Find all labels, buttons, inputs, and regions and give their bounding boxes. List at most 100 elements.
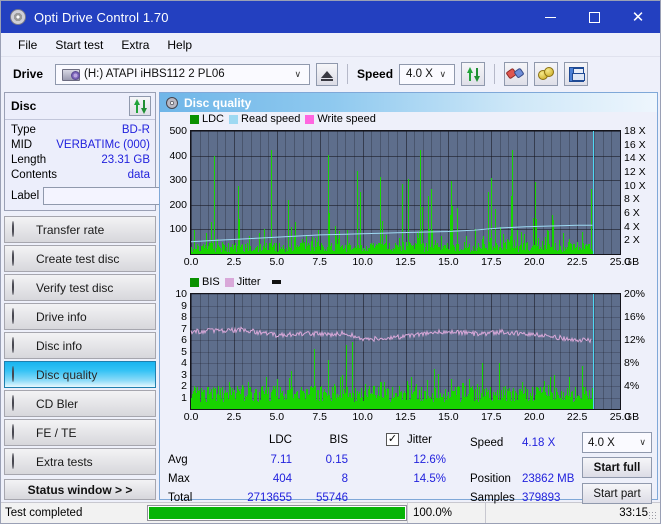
test-speed-select[interactable]: 4.0 X ∨ (582, 432, 652, 453)
y2-axis-tick: 12 X (624, 166, 646, 178)
legend-read-speed: Read speed (229, 113, 300, 125)
disc-info-panel: Disc Type BD-R MID VERBATIMc (000) Lengt… (4, 92, 246, 211)
menu-file[interactable]: File (9, 35, 46, 55)
drive-select[interactable]: (H:) ATAPI iHBS112 2 PL06 ∨ (55, 63, 311, 85)
toolbar: Drive (H:) ATAPI iHBS112 2 PL06 ∨ Speed … (1, 57, 660, 91)
sidebar-item-label: Drive info (36, 309, 87, 324)
start-full-button[interactable]: Start full (582, 457, 652, 478)
refresh-arrows-icon (466, 66, 481, 82)
drive-select-value: (H:) ATAPI iHBS112 2 PL06 (84, 68, 225, 80)
sidebar-item-transfer-rate[interactable]: Transfer rate (4, 216, 156, 243)
y2-axis-tick: 8% (624, 357, 640, 369)
statistics-panel: LDC BIS ✓ Jitter Avg 7.11 0.15 12.6% Max… (160, 430, 657, 510)
sidebar-item-disc-info[interactable]: Disc info (4, 332, 156, 359)
y2-axis-tick: 4 X (624, 220, 640, 233)
scan-cursor-line (592, 131, 594, 254)
sidebar-item-label: Disc info (36, 338, 83, 353)
save-button[interactable] (564, 62, 589, 86)
title-bar: Opti Drive Control 1.70 ✕ (1, 1, 660, 33)
refresh-arrows-icon (133, 98, 148, 114)
stat-ldc-max: 404 (272, 473, 292, 485)
legend-swatch-read-speed (229, 114, 239, 124)
y2-axis-tick: 12% (624, 334, 646, 346)
maximize-button[interactable] (572, 1, 616, 33)
x-axis-tick: 5.0 (269, 256, 285, 268)
stat-bis-max: 8 (341, 473, 348, 485)
disc-row-mid-key: MID (11, 139, 33, 151)
tools-button[interactable] (534, 62, 559, 86)
disc-icon (12, 365, 28, 383)
stat-header-bis: BIS (329, 434, 348, 446)
disc-row-length-value: 23.31 GB (101, 154, 150, 166)
y-axis-tick: 5 (181, 345, 187, 358)
y-axis-tick: 6 (181, 334, 187, 346)
legend-label: BIS (202, 276, 220, 288)
x-axis-tick: 22.5 (566, 256, 588, 268)
x-axis-tick: 10.0 (352, 256, 373, 268)
y2-axis-tick: 2 X (624, 234, 640, 247)
sidebar-item-label: Transfer rate (36, 222, 105, 237)
sidebar-item-drive-info[interactable]: Drive info (4, 303, 156, 330)
y2-axis-tick: 8 X (624, 193, 640, 206)
menu-extra[interactable]: Extra (112, 35, 158, 55)
legend-swatch-jitter (224, 277, 234, 287)
y2-axis-tick: 16 X (624, 138, 646, 151)
jitter-checkbox[interactable]: ✓ (386, 433, 399, 446)
close-button[interactable]: ✕ (616, 1, 660, 33)
chevron-down-icon: ∨ (294, 68, 302, 79)
close-icon: ✕ (631, 8, 645, 26)
bis-plot-area[interactable]: 0.0 2.5 5.0 7.5 10.0 12.5 15.0 17.5 20.0 22.5 25.0… (175, 288, 645, 423)
sidebar-item-label: Verify test disc (36, 280, 114, 295)
sidebar-item-disc-quality[interactable]: Disc quality (4, 361, 156, 388)
disc-label-row: Label (11, 186, 246, 206)
legend-swatch-write-speed (305, 114, 315, 124)
disc-quality-panel: Disc quality LDC Read speed Write speed … (159, 92, 658, 504)
disc-icon (12, 423, 28, 441)
menu-help[interactable]: Help (158, 35, 201, 55)
menu-start-test[interactable]: Start test (46, 35, 112, 55)
sidebar-item-create-test-disc[interactable]: Create test disc (4, 245, 156, 272)
sidebar-item-label: Create test disc (36, 251, 120, 266)
x-axis-tick: 15.0 (438, 411, 459, 423)
disc-properties: Type BD-R MID VERBATIMc (000) Length 23.… (5, 120, 246, 210)
y-axis-tick: 3 (181, 368, 187, 381)
sidebar-item-verify-test-disc[interactable]: Verify test disc (4, 274, 156, 301)
toolbar-divider-2 (494, 64, 496, 84)
disc-icon (12, 249, 28, 267)
speed-select[interactable]: 4.0 X ∨ (399, 63, 456, 85)
x-axis-unit: GB (624, 411, 640, 423)
disc-icon (166, 96, 178, 109)
charts-container: LDC Read speed Write speed 0.0 2.5 5.0 7.5 1… (160, 112, 657, 430)
x-axis-tick: 10.0 (352, 411, 373, 423)
stat-ldc-total: 2713655 (247, 492, 292, 504)
y2-axis-tick: 18 X (624, 125, 646, 137)
y2-axis-tick: 10 X (624, 179, 646, 192)
erase-button[interactable] (504, 62, 529, 86)
disc-icon (12, 278, 28, 296)
main-body: Disc Type BD-R MID VERBATIMc (000) Lengt… (1, 91, 660, 504)
disc-label-key: Label (11, 190, 40, 202)
refresh-button[interactable] (461, 62, 486, 86)
resize-grip-icon[interactable] (648, 511, 658, 521)
progress-bar (147, 505, 407, 521)
y2-axis-tick: 16% (624, 311, 646, 323)
ldc-plot-area[interactable]: 0.0 2.5 5.0 7.5 10.0 12.5 15.0 17.5 20.0 22.5 25.0… (169, 125, 645, 268)
y-axis-tick: 8 (181, 311, 187, 323)
sidebar-item-fe-te[interactable]: FE / TE (4, 419, 156, 446)
disc-row-mid-value: VERBATIMc (000) (56, 139, 150, 151)
sidebar-item-cd-bler[interactable]: CD Bler (4, 390, 156, 417)
sidebar-item-label: Extra tests (36, 454, 93, 469)
disc-row-contents-value: data (127, 169, 150, 181)
speed-label: Speed (357, 67, 394, 81)
checkmark-icon: ✓ (387, 433, 398, 445)
status-window-button[interactable]: Status window > > (4, 479, 156, 500)
disc-refresh-button[interactable] (129, 96, 151, 116)
minimize-button[interactable] (528, 1, 572, 33)
start-part-button[interactable]: Start part (582, 483, 652, 504)
app-disc-icon (10, 9, 26, 25)
sidebar-item-extra-tests[interactable]: Extra tests (4, 448, 156, 475)
eject-button[interactable] (316, 62, 339, 86)
stat-ldc-avg: 7.11 (270, 454, 292, 466)
x-axis-tick: 20.0 (523, 411, 545, 423)
stat-row-avg-label: Avg (168, 454, 188, 466)
